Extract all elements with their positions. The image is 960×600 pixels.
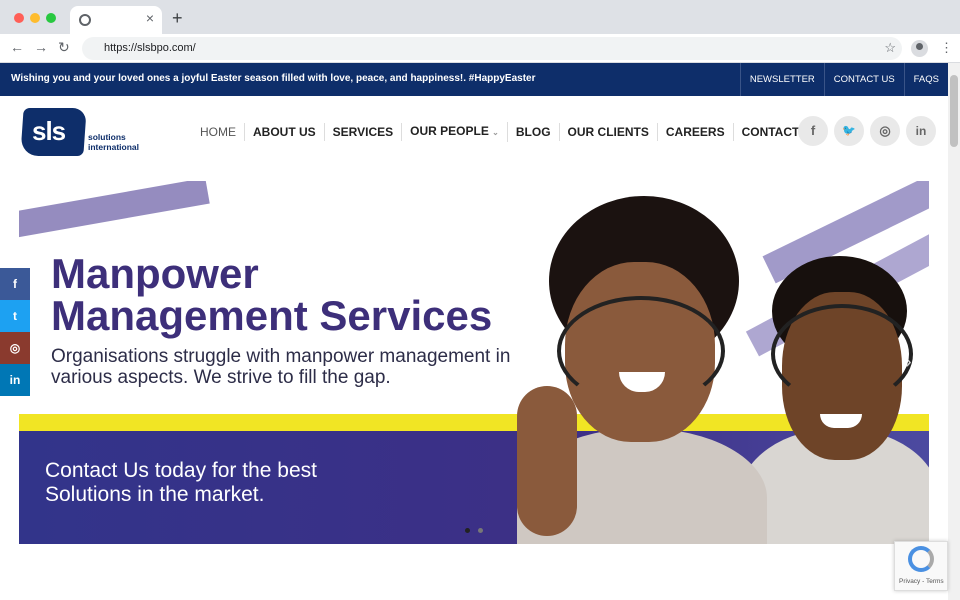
nav-blog[interactable]: BLOG <box>508 123 560 141</box>
new-tab-button[interactable]: + <box>172 8 183 29</box>
hero-slider: Manpower Management Services Organisatio… <box>19 181 929 544</box>
nav-our-people[interactable]: OUR PEOPLE ⌄ <box>402 122 508 142</box>
logo-line-2: international <box>88 142 140 152</box>
headset-icon <box>771 304 913 404</box>
back-icon[interactable]: ← <box>10 39 24 55</box>
hero-cta-text: Contact Us today for the best Solutions … <box>45 459 317 506</box>
maximize-window-icon[interactable] <box>46 13 56 23</box>
instagram-icon[interactable]: ◎ <box>870 116 900 146</box>
linkedin-icon[interactable]: in <box>906 116 936 146</box>
nav-careers[interactable]: CAREERS <box>658 123 734 141</box>
address-url: https://slsbpo.com/ <box>104 42 196 54</box>
scrollbar-thumb[interactable] <box>950 75 958 147</box>
hero-photo-call-center-agents <box>487 196 929 544</box>
page-scrollbar[interactable] <box>948 63 960 600</box>
browser-menu-icon[interactable]: ⋮ <box>940 40 953 56</box>
recaptcha-badge[interactable]: Privacy - Terms <box>894 541 948 591</box>
top-nav-faqs[interactable]: FAQS <box>903 63 948 96</box>
bookmark-star-icon[interactable]: ☆ <box>884 40 896 56</box>
logo-tagline: solutions international <box>88 132 139 152</box>
decorative-brush-stroke <box>19 181 210 239</box>
logo-mark-text: sls <box>32 116 66 146</box>
slider-dot-active[interactable] <box>465 528 470 533</box>
hero-title-line-2: Management Services <box>51 292 493 339</box>
main-nav: HOME ABOUT US SERVICES OUR PEOPLE ⌄ BLOG… <box>192 122 827 142</box>
headset-icon <box>557 296 725 406</box>
slider-next-icon[interactable]: › <box>905 351 912 374</box>
top-nav: NEWSLETTER CONTACT US FAQS <box>739 63 948 96</box>
address-bar[interactable]: https://slsbpo.com/ ☆ <box>82 37 902 60</box>
browser-tab[interactable]: × <box>70 6 162 34</box>
reload-icon[interactable]: ↻ <box>58 39 70 56</box>
hero-subtitle: Organisations struggle with manpower man… <box>51 346 511 388</box>
minimize-window-icon[interactable] <box>30 13 40 23</box>
side-facebook-icon[interactable]: f <box>0 268 30 300</box>
logo-line-1: solutions <box>88 132 126 142</box>
side-twitter-icon[interactable]: t <box>0 300 30 332</box>
announcement-bar: Wishing you and your loved ones a joyful… <box>0 63 948 96</box>
browser-titlebar: × + <box>0 0 960 34</box>
twitter-icon[interactable]: 🐦 <box>834 116 864 146</box>
slider-dot[interactable] <box>478 528 483 533</box>
nav-our-clients[interactable]: OUR CLIENTS <box>560 123 658 141</box>
nav-our-people-label: OUR PEOPLE <box>410 124 489 138</box>
nav-home[interactable]: HOME <box>192 123 245 141</box>
chrome-favicon-icon <box>79 14 91 26</box>
top-nav-contact-us[interactable]: CONTACT US <box>823 63 904 96</box>
forward-icon[interactable]: → <box>34 39 48 55</box>
chevron-down-icon: ⌄ <box>492 128 499 137</box>
hero-title: Manpower Management Services <box>51 253 492 337</box>
facebook-icon[interactable]: f <box>798 116 828 146</box>
close-tab-icon[interactable]: × <box>146 10 154 26</box>
agent-1-hand <box>517 386 577 536</box>
close-window-icon[interactable] <box>14 13 24 23</box>
side-linkedin-icon[interactable]: in <box>0 364 30 396</box>
nav-about-us[interactable]: ABOUT US <box>245 123 325 141</box>
slider-prev-icon[interactable]: ‹ <box>29 351 36 374</box>
announcement-message: Wishing you and your loved ones a joyful… <box>11 73 536 84</box>
recaptcha-icon <box>908 546 934 572</box>
site-logo[interactable]: sls solutions international <box>20 106 162 160</box>
nav-services[interactable]: SERVICES <box>325 123 403 141</box>
side-instagram-icon[interactable]: ◎ <box>0 332 30 364</box>
hero-title-line-1: Manpower <box>51 250 259 297</box>
profile-avatar-icon[interactable] <box>911 40 928 57</box>
top-nav-newsletter[interactable]: NEWSLETTER <box>739 63 824 96</box>
browser-toolbar: ← → ↻ https://slsbpo.com/ ☆ ⋮ <box>0 34 960 63</box>
recaptcha-links[interactable]: Privacy - Terms <box>899 578 944 585</box>
